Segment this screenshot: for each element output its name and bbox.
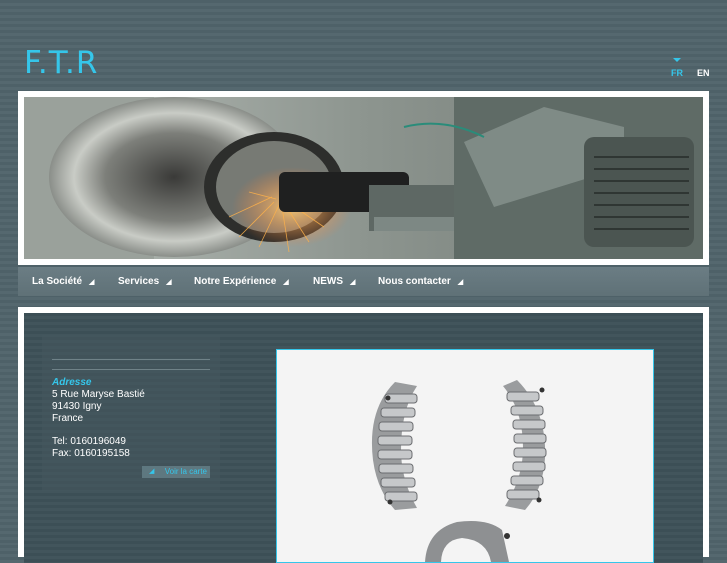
dropdown-arrow-icon: ◢	[457, 279, 464, 286]
nav-item-label: Nous contacter	[378, 276, 451, 287]
active-language-indicator-icon	[673, 58, 681, 62]
nav-item-label: NEWS	[313, 276, 343, 287]
address-city: 91430 Igny	[52, 401, 102, 412]
divider	[52, 369, 210, 370]
main-navigation: La Société ◢ Services ◢ Notre Expérience ◢ …	[18, 267, 709, 296]
dropdown-arrow-icon: ◢	[283, 279, 289, 286]
content-frame: Adresse 5 Rue Maryse Bastié 91430 Igny F…	[18, 307, 709, 563]
banner-frame	[18, 91, 709, 265]
grinding-machine-photo-icon	[24, 97, 703, 259]
view-map-label: Voir la carte	[164, 467, 207, 476]
nav-item-news[interactable]: NEWS ◢	[313, 267, 355, 296]
banner-image	[24, 97, 703, 259]
address-title: Adresse	[52, 377, 92, 388]
nav-item-services[interactable]: Services ◢	[118, 267, 172, 296]
address-fax: Fax: 0160195158	[52, 448, 130, 459]
nav-item-label: La Société	[32, 276, 83, 287]
language-fr-link[interactable]: FR	[671, 68, 683, 78]
language-en-link[interactable]: EN	[697, 68, 710, 78]
nav-item-nous-contacter[interactable]: Nous contacter ◢	[378, 267, 463, 296]
bearing-parts-photo-icon	[277, 350, 653, 562]
nav-item-notre-experience[interactable]: Notre Expérience ◢	[194, 267, 289, 296]
nav-item-label: Notre Expérience	[194, 276, 277, 287]
dropdown-arrow-icon: ◢	[89, 279, 95, 286]
address-tel: Tel: 0160196049	[52, 436, 126, 447]
address-street: 5 Rue Maryse Bastié	[52, 389, 145, 400]
view-map-link[interactable]: ◢ Voir la carte	[142, 466, 210, 478]
site-logo[interactable]: F.T.R	[24, 44, 98, 82]
divider	[52, 359, 210, 360]
content-area: Adresse 5 Rue Maryse Bastié 91430 Igny F…	[24, 313, 703, 563]
dropdown-arrow-icon: ◢	[166, 279, 172, 286]
address-country: France	[52, 413, 84, 424]
nav-item-la-societe[interactable]: La Société ◢	[32, 267, 94, 296]
nav-item-label: Services	[118, 276, 160, 287]
dropdown-arrow-icon: ◢	[350, 279, 356, 286]
product-photo	[276, 349, 654, 563]
address-panel: Adresse 5 Rue Maryse Bastié 91430 Igny F…	[42, 335, 220, 491]
map-link-icon: ◢	[149, 468, 155, 475]
